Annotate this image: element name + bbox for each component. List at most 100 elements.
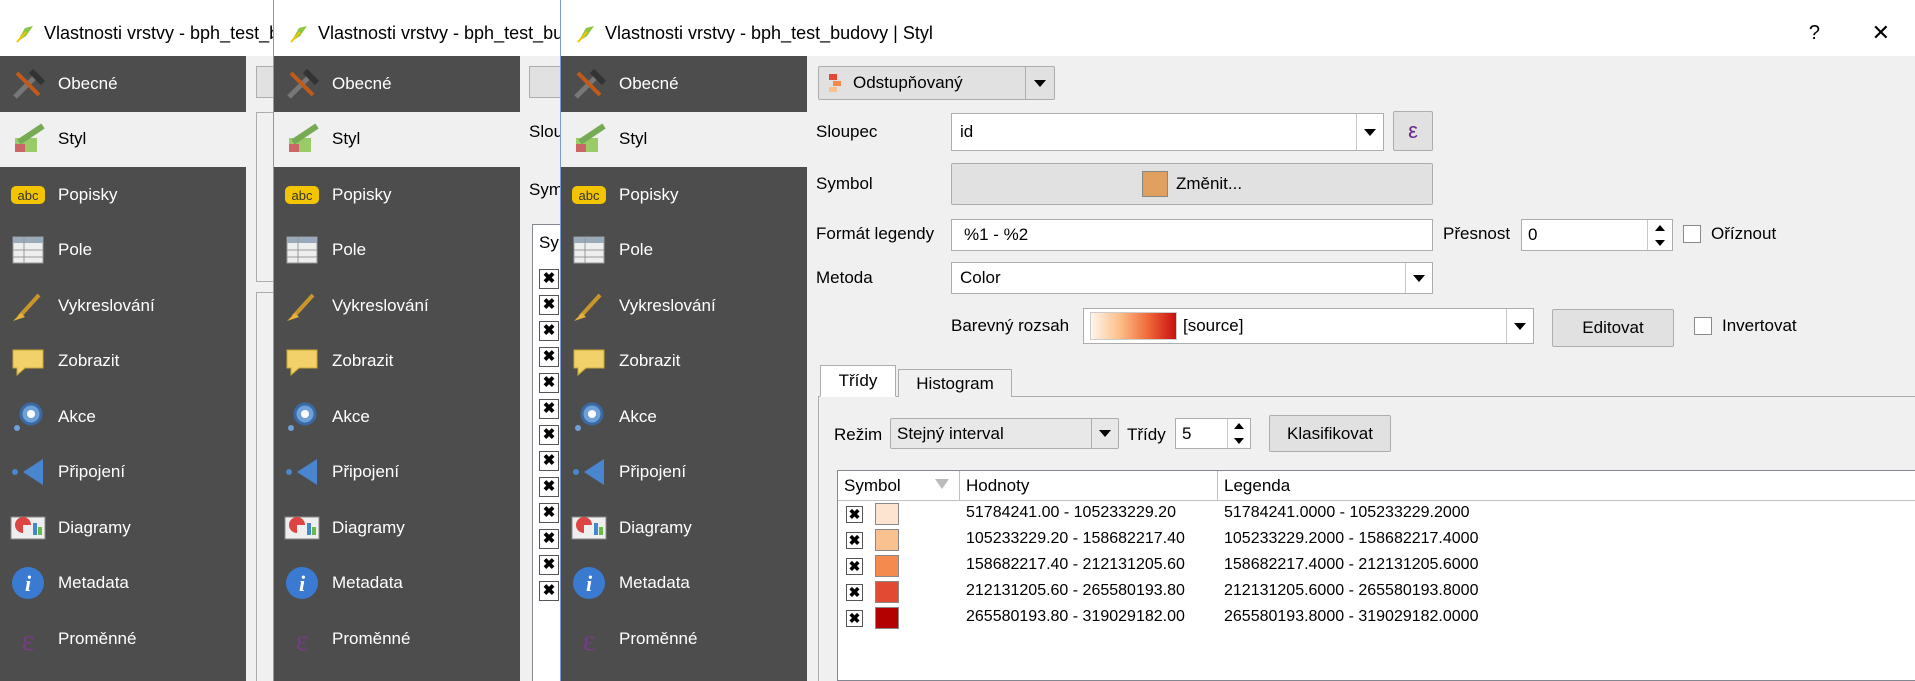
sidebar-item-actions[interactable]: Akce: [561, 389, 807, 445]
renderer-label: Odstupňovaný: [853, 73, 963, 92]
sidebar-item-fields[interactable]: Pole: [274, 223, 520, 279]
sidebar-item-general[interactable]: Obecné: [561, 56, 807, 112]
title-bar[interactable]: Vlastnosti vrstvy - bph_test_budovy | Ob…: [0, 10, 290, 56]
sidebar-item-actions[interactable]: Akce: [0, 389, 246, 445]
header-values[interactable]: Hodnoty: [960, 471, 1218, 501]
color-ramp-select[interactable]: [source]: [1083, 308, 1534, 344]
spin-icon[interactable]: [1227, 419, 1250, 448]
window-back: Vlastnosti vrstvy - bph_test_budovy | Ob…: [0, 0, 290, 681]
precision-spinbox[interactable]: 0: [1521, 219, 1673, 251]
class-checkbox[interactable]: ✖: [539, 295, 559, 315]
sidebar-item-joins[interactable]: Připojení: [561, 445, 807, 501]
trim-checkbox[interactable]: [1683, 225, 1701, 243]
sidebar-item-display[interactable]: Zobrazit: [0, 334, 246, 390]
mode-select[interactable]: Stejný interval: [890, 418, 1119, 449]
class-checkbox[interactable]: ✖: [539, 321, 559, 341]
diagrams-icon: [569, 508, 609, 548]
sidebar-item-fields[interactable]: Pole: [561, 223, 807, 279]
classify-button[interactable]: Klasifikovat: [1269, 415, 1391, 452]
spin-icon[interactable]: [1647, 220, 1672, 250]
sidebar-item-metadata[interactable]: i Metadata: [274, 556, 520, 612]
class-checkbox[interactable]: ✖: [539, 529, 559, 549]
sidebar-item-style[interactable]: Styl: [274, 111, 520, 167]
column-select[interactable]: id: [951, 113, 1384, 151]
header-legend[interactable]: Legenda: [1218, 471, 1915, 501]
invert-checkbox[interactable]: [1694, 317, 1712, 335]
title-bar[interactable]: Vlastnosti vrstvy - bph_test_budovy | St…: [274, 10, 564, 56]
sidebar-item-diagrams[interactable]: Diagramy: [274, 500, 520, 556]
sidebar-item-fields[interactable]: Pole: [0, 223, 246, 279]
class-checkbox[interactable]: ✖: [539, 399, 559, 419]
sidebar-item-labels[interactable]: abc Popisky: [561, 167, 807, 223]
sidebar-item-joins[interactable]: Připojení: [0, 445, 246, 501]
svg-text:ε: ε: [583, 624, 596, 657]
legend-format-input[interactable]: %1 - %2: [951, 219, 1433, 251]
sidebar-item-diagrams[interactable]: Diagramy: [561, 500, 807, 556]
method-select[interactable]: Color: [951, 262, 1433, 294]
svg-text:abc: abc: [18, 188, 39, 203]
class-checkbox[interactable]: ✖: [539, 269, 559, 289]
diagrams-icon: [8, 508, 48, 548]
sidebar-item-actions[interactable]: Akce: [274, 389, 520, 445]
class-checkbox[interactable]: ✖: [539, 347, 559, 367]
sidebar-item-rendering[interactable]: Vykreslování: [274, 278, 520, 334]
class-symbol-swatch[interactable]: [875, 607, 899, 629]
class-checkbox[interactable]: ✖: [539, 425, 559, 445]
class-symbol-swatch[interactable]: [875, 555, 899, 577]
class-visible-checkbox[interactable]: ✖: [846, 558, 863, 575]
svg-text:ε: ε: [22, 624, 35, 657]
sidebar-item-labels[interactable]: abc Popisky: [274, 167, 520, 223]
display-icon: [282, 341, 322, 381]
sidebar-item-metadata[interactable]: i Metadata: [561, 556, 807, 612]
close-button[interactable]: ✕: [1872, 20, 1890, 46]
class-symbol-swatch[interactable]: [875, 529, 899, 551]
class-visible-checkbox[interactable]: ✖: [846, 506, 863, 523]
sidebar-item-rendering[interactable]: Vykreslování: [0, 278, 246, 334]
table-row[interactable]: ✖ 158682217.40 - 212131205.60 158682217.40…: [838, 553, 1915, 579]
table-row[interactable]: ✖ 265580193.80 - 319029182.00 265580193.80…: [838, 605, 1915, 631]
class-checkbox[interactable]: ✖: [539, 555, 559, 575]
tab-classes[interactable]: Třídy: [820, 365, 896, 397]
sidebar-item-variables[interactable]: ε Proměnné: [0, 611, 246, 667]
sidebar-item-display[interactable]: Zobrazit: [561, 334, 807, 390]
title-bar[interactable]: Vlastnosti vrstvy - bph_test_budovy | St…: [561, 10, 1915, 56]
class-visible-checkbox[interactable]: ✖: [846, 610, 863, 627]
sidebar-item-general[interactable]: Obecné: [274, 56, 520, 112]
sidebar-item-variables[interactable]: ε Proměnné: [274, 611, 520, 667]
classes-count-spinbox[interactable]: 5: [1175, 418, 1251, 449]
table-row[interactable]: ✖ 51784241.00 - 105233229.20 51784241.0000…: [838, 501, 1915, 527]
renderer-dropdown[interactable]: Odstupňovaný: [818, 66, 1055, 100]
change-symbol-button[interactable]: Změnit...: [951, 163, 1433, 205]
sidebar-item-display[interactable]: Zobrazit: [274, 334, 520, 390]
sidebar-item-joins[interactable]: Připojení: [274, 445, 520, 501]
sidebar-item-rendering[interactable]: Vykreslování: [561, 278, 807, 334]
edit-ramp-button[interactable]: Editovat: [1552, 309, 1674, 347]
tab-histogram[interactable]: Histogram: [898, 369, 1012, 397]
sidebar-item-style[interactable]: Styl: [561, 111, 807, 167]
class-checkbox[interactable]: ✖: [539, 477, 559, 497]
table-row[interactable]: ✖ 105233229.20 - 158682217.40 105233229.20…: [838, 527, 1915, 553]
sidebar-item-general[interactable]: Obecné: [0, 56, 246, 112]
class-checkbox[interactable]: ✖: [539, 581, 559, 601]
sidebar-item-metadata[interactable]: i Metadata: [0, 556, 246, 612]
sidebar-item-diagrams[interactable]: Diagramy: [0, 500, 246, 556]
expression-button[interactable]: ε: [1393, 111, 1433, 151]
class-symbol-swatch[interactable]: [875, 503, 899, 525]
class-symbol-swatch[interactable]: [875, 581, 899, 603]
class-visible-checkbox[interactable]: ✖: [846, 584, 863, 601]
header-symbol[interactable]: Symbol: [838, 471, 960, 501]
help-button[interactable]: ?: [1809, 22, 1820, 45]
class-visible-checkbox[interactable]: ✖: [846, 532, 863, 549]
table-row[interactable]: ✖ 212131205.60 - 265580193.80 212131205.60…: [838, 579, 1915, 605]
sidebar-item-style[interactable]: Styl: [0, 111, 246, 167]
renderer-dropdown-edge[interactable]: [529, 66, 564, 98]
classes-table[interactable]: Symbol Hodnoty Legenda ✖ 51784241.00 - 10…: [837, 470, 1915, 681]
class-checkbox[interactable]: ✖: [539, 451, 559, 471]
class-checkbox[interactable]: ✖: [539, 503, 559, 523]
sidebar: Obecné Styl abc Popisky Pole Vykreslování Zobr…: [274, 56, 520, 681]
class-checkbox[interactable]: ✖: [539, 373, 559, 393]
sidebar-item-label: Zobrazit: [619, 351, 681, 371]
color-ramp-preview: [1090, 312, 1177, 340]
sidebar-item-variables[interactable]: ε Proměnné: [561, 611, 807, 667]
sidebar-item-labels[interactable]: abc Popisky: [0, 167, 246, 223]
